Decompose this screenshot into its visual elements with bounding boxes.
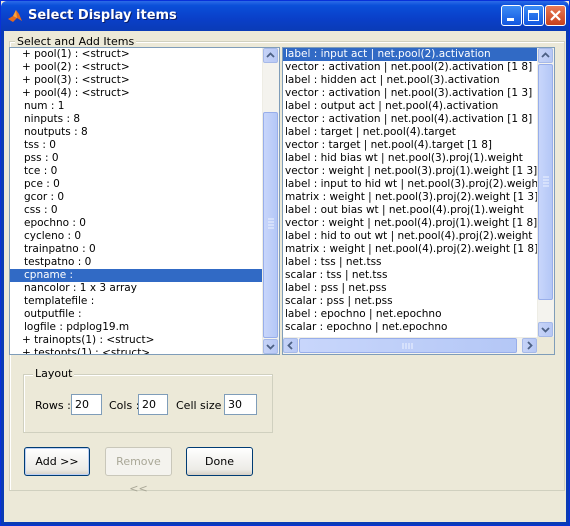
chevron-left-icon <box>287 341 293 350</box>
available-item-row[interactable]: + testopts(1) : <struct> <box>10 347 262 354</box>
selected-item-row[interactable]: vector : weight | net.pool(3).proj(1).we… <box>283 165 537 178</box>
matlab-logo-icon <box>8 10 22 22</box>
cellsize-input[interactable]: 30 <box>224 394 257 415</box>
available-item-row[interactable]: + pool(1) : <struct> <box>10 48 262 61</box>
remove-button[interactable]: Remove << <box>105 447 172 495</box>
scroll-down-button[interactable] <box>538 322 553 337</box>
available-item-row[interactable]: cpname : <box>10 269 262 282</box>
cellsize-label: Cell size <box>176 399 222 412</box>
available-items-rows: + pool(1) : <struct> + pool(2) : <struct>… <box>10 48 262 354</box>
available-item-row[interactable]: gcor : 0 <box>10 191 262 204</box>
selected-item-row[interactable]: label : epochno | net.epochno <box>283 308 537 321</box>
selected-item-row[interactable]: label : hid bias wt | net.pool(3).proj(1… <box>283 152 537 165</box>
window-frame-right <box>566 31 569 525</box>
available-item-row[interactable]: + pool(4) : <struct> <box>10 87 262 100</box>
available-item-row[interactable]: + pool(3) : <struct> <box>10 74 262 87</box>
selected-item-row[interactable]: label : input act | net.pool(2).activati… <box>283 48 537 61</box>
maximize-icon <box>528 10 539 21</box>
available-item-row[interactable]: pss : 0 <box>10 152 262 165</box>
selected-item-row[interactable]: vector : weight | net.pool(4).proj(1).we… <box>283 217 537 230</box>
scroll-left-button[interactable] <box>283 338 298 353</box>
available-item-row[interactable]: + pool(2) : <struct> <box>10 61 262 74</box>
available-items-list[interactable]: + pool(1) : <struct> + pool(2) : <struct>… <box>9 47 280 355</box>
available-item-row[interactable]: ninputs : 8 <box>10 113 262 126</box>
minimize-button[interactable] <box>501 5 522 26</box>
scroll-thumb[interactable] <box>263 112 278 338</box>
grip-icon <box>402 343 413 349</box>
selected-items-rows: label : input act | net.pool(2).activati… <box>283 48 537 337</box>
rows-input[interactable]: 20 <box>71 394 102 415</box>
available-item-row[interactable]: epochno : 0 <box>10 217 262 230</box>
select-display-items-window: Select Display items Select and Add Item… <box>0 0 570 526</box>
chevron-up-icon <box>266 52 275 58</box>
selected-item-row[interactable]: vector : activation | net.pool(4).activa… <box>283 113 537 126</box>
selected-item-row[interactable]: label : hid to out wt | net.pool(4).proj… <box>283 230 537 243</box>
available-item-row[interactable]: testpatno : 0 <box>10 256 262 269</box>
available-item-row[interactable]: tce : 0 <box>10 165 262 178</box>
available-item-row[interactable]: num : 1 <box>10 100 262 113</box>
close-button[interactable] <box>545 5 566 26</box>
grip-icon <box>543 176 549 187</box>
available-item-row[interactable]: logfile : pdplog19.m <box>10 321 262 334</box>
minimize-icon <box>507 18 514 21</box>
chevron-right-icon <box>527 341 533 350</box>
available-item-row[interactable]: pce : 0 <box>10 178 262 191</box>
window-frame-left <box>1 31 4 525</box>
available-items-vscrollbar[interactable] <box>262 48 279 354</box>
selected-item-row[interactable]: label : tss | net.tss <box>283 256 537 269</box>
window-title: Select Display items <box>28 8 177 23</box>
done-button[interactable]: Done <box>186 447 253 476</box>
scroll-up-button[interactable] <box>263 48 278 63</box>
selected-item-row[interactable]: label : input to hid wt | net.pool(3).pr… <box>283 178 537 191</box>
chevron-down-icon <box>266 344 275 350</box>
selected-items-vscrollbar[interactable] <box>537 48 554 337</box>
cols-input[interactable]: 20 <box>138 394 168 415</box>
window-frame-bottom <box>1 522 569 525</box>
selected-item-row[interactable]: scalar : epochno | net.epochno <box>283 321 537 334</box>
selected-item-row[interactable]: label : hidden act | net.pool(3).activat… <box>283 74 537 87</box>
add-button[interactable]: Add >> <box>24 447 90 476</box>
scroll-corner <box>537 337 554 354</box>
available-item-row[interactable]: trainpatno : 0 <box>10 243 262 256</box>
rows-label: Rows : <box>35 399 71 412</box>
chevron-down-icon <box>541 327 550 333</box>
available-item-row[interactable]: cycleno : 0 <box>10 230 262 243</box>
selected-item-row[interactable]: vector : activation | net.pool(3).activa… <box>283 87 537 100</box>
close-icon <box>550 10 561 21</box>
available-item-row[interactable]: tss : 0 <box>10 139 262 152</box>
selected-item-row[interactable]: matrix : weight | net.pool(3).proj(2).we… <box>283 191 537 204</box>
maximize-button[interactable] <box>523 5 544 26</box>
available-item-row[interactable]: noutputs : 8 <box>10 126 262 139</box>
scroll-thumb[interactable] <box>538 64 553 300</box>
selected-item-row[interactable]: vector : activation | net.pool(2).activa… <box>283 61 537 74</box>
scroll-right-button[interactable] <box>522 338 537 353</box>
available-item-row[interactable]: outputfile : <box>10 308 262 321</box>
selected-items-hscrollbar[interactable] <box>283 337 537 354</box>
selected-item-row[interactable]: vector : target | net.pool(4).target [1 … <box>283 139 537 152</box>
title-bar[interactable]: Select Display items <box>1 1 569 31</box>
chevron-up-icon <box>541 52 550 58</box>
layout-label: Layout <box>33 367 75 380</box>
selected-item-row[interactable]: label : pss | net.pss <box>283 282 537 295</box>
available-item-row[interactable]: nancolor : 1 x 3 array <box>10 282 262 295</box>
scroll-down-button[interactable] <box>263 339 278 354</box>
available-item-row[interactable]: + trainopts(1) : <struct> <box>10 334 262 347</box>
selected-item-row[interactable]: label : out bias wt | net.pool(4).proj(1… <box>283 204 537 217</box>
hscroll-thumb[interactable] <box>299 338 517 353</box>
selected-item-row[interactable]: scalar : pss | net.pss <box>283 295 537 308</box>
available-item-row[interactable]: css : 0 <box>10 204 262 217</box>
grip-icon <box>268 218 274 229</box>
selected-item-row[interactable]: matrix : weight | net.pool(4).proj(2).we… <box>283 243 537 256</box>
selected-item-row[interactable]: label : output act | net.pool(4).activat… <box>283 100 537 113</box>
available-item-row[interactable]: templatefile : <box>10 295 262 308</box>
selected-item-row[interactable]: label : target | net.pool(4).target <box>283 126 537 139</box>
scroll-up-button[interactable] <box>538 48 553 63</box>
selected-items-list[interactable]: label : input act | net.pool(2).activati… <box>282 47 555 355</box>
selected-item-row[interactable]: scalar : tss | net.tss <box>283 269 537 282</box>
cols-label: Cols : <box>109 399 140 412</box>
